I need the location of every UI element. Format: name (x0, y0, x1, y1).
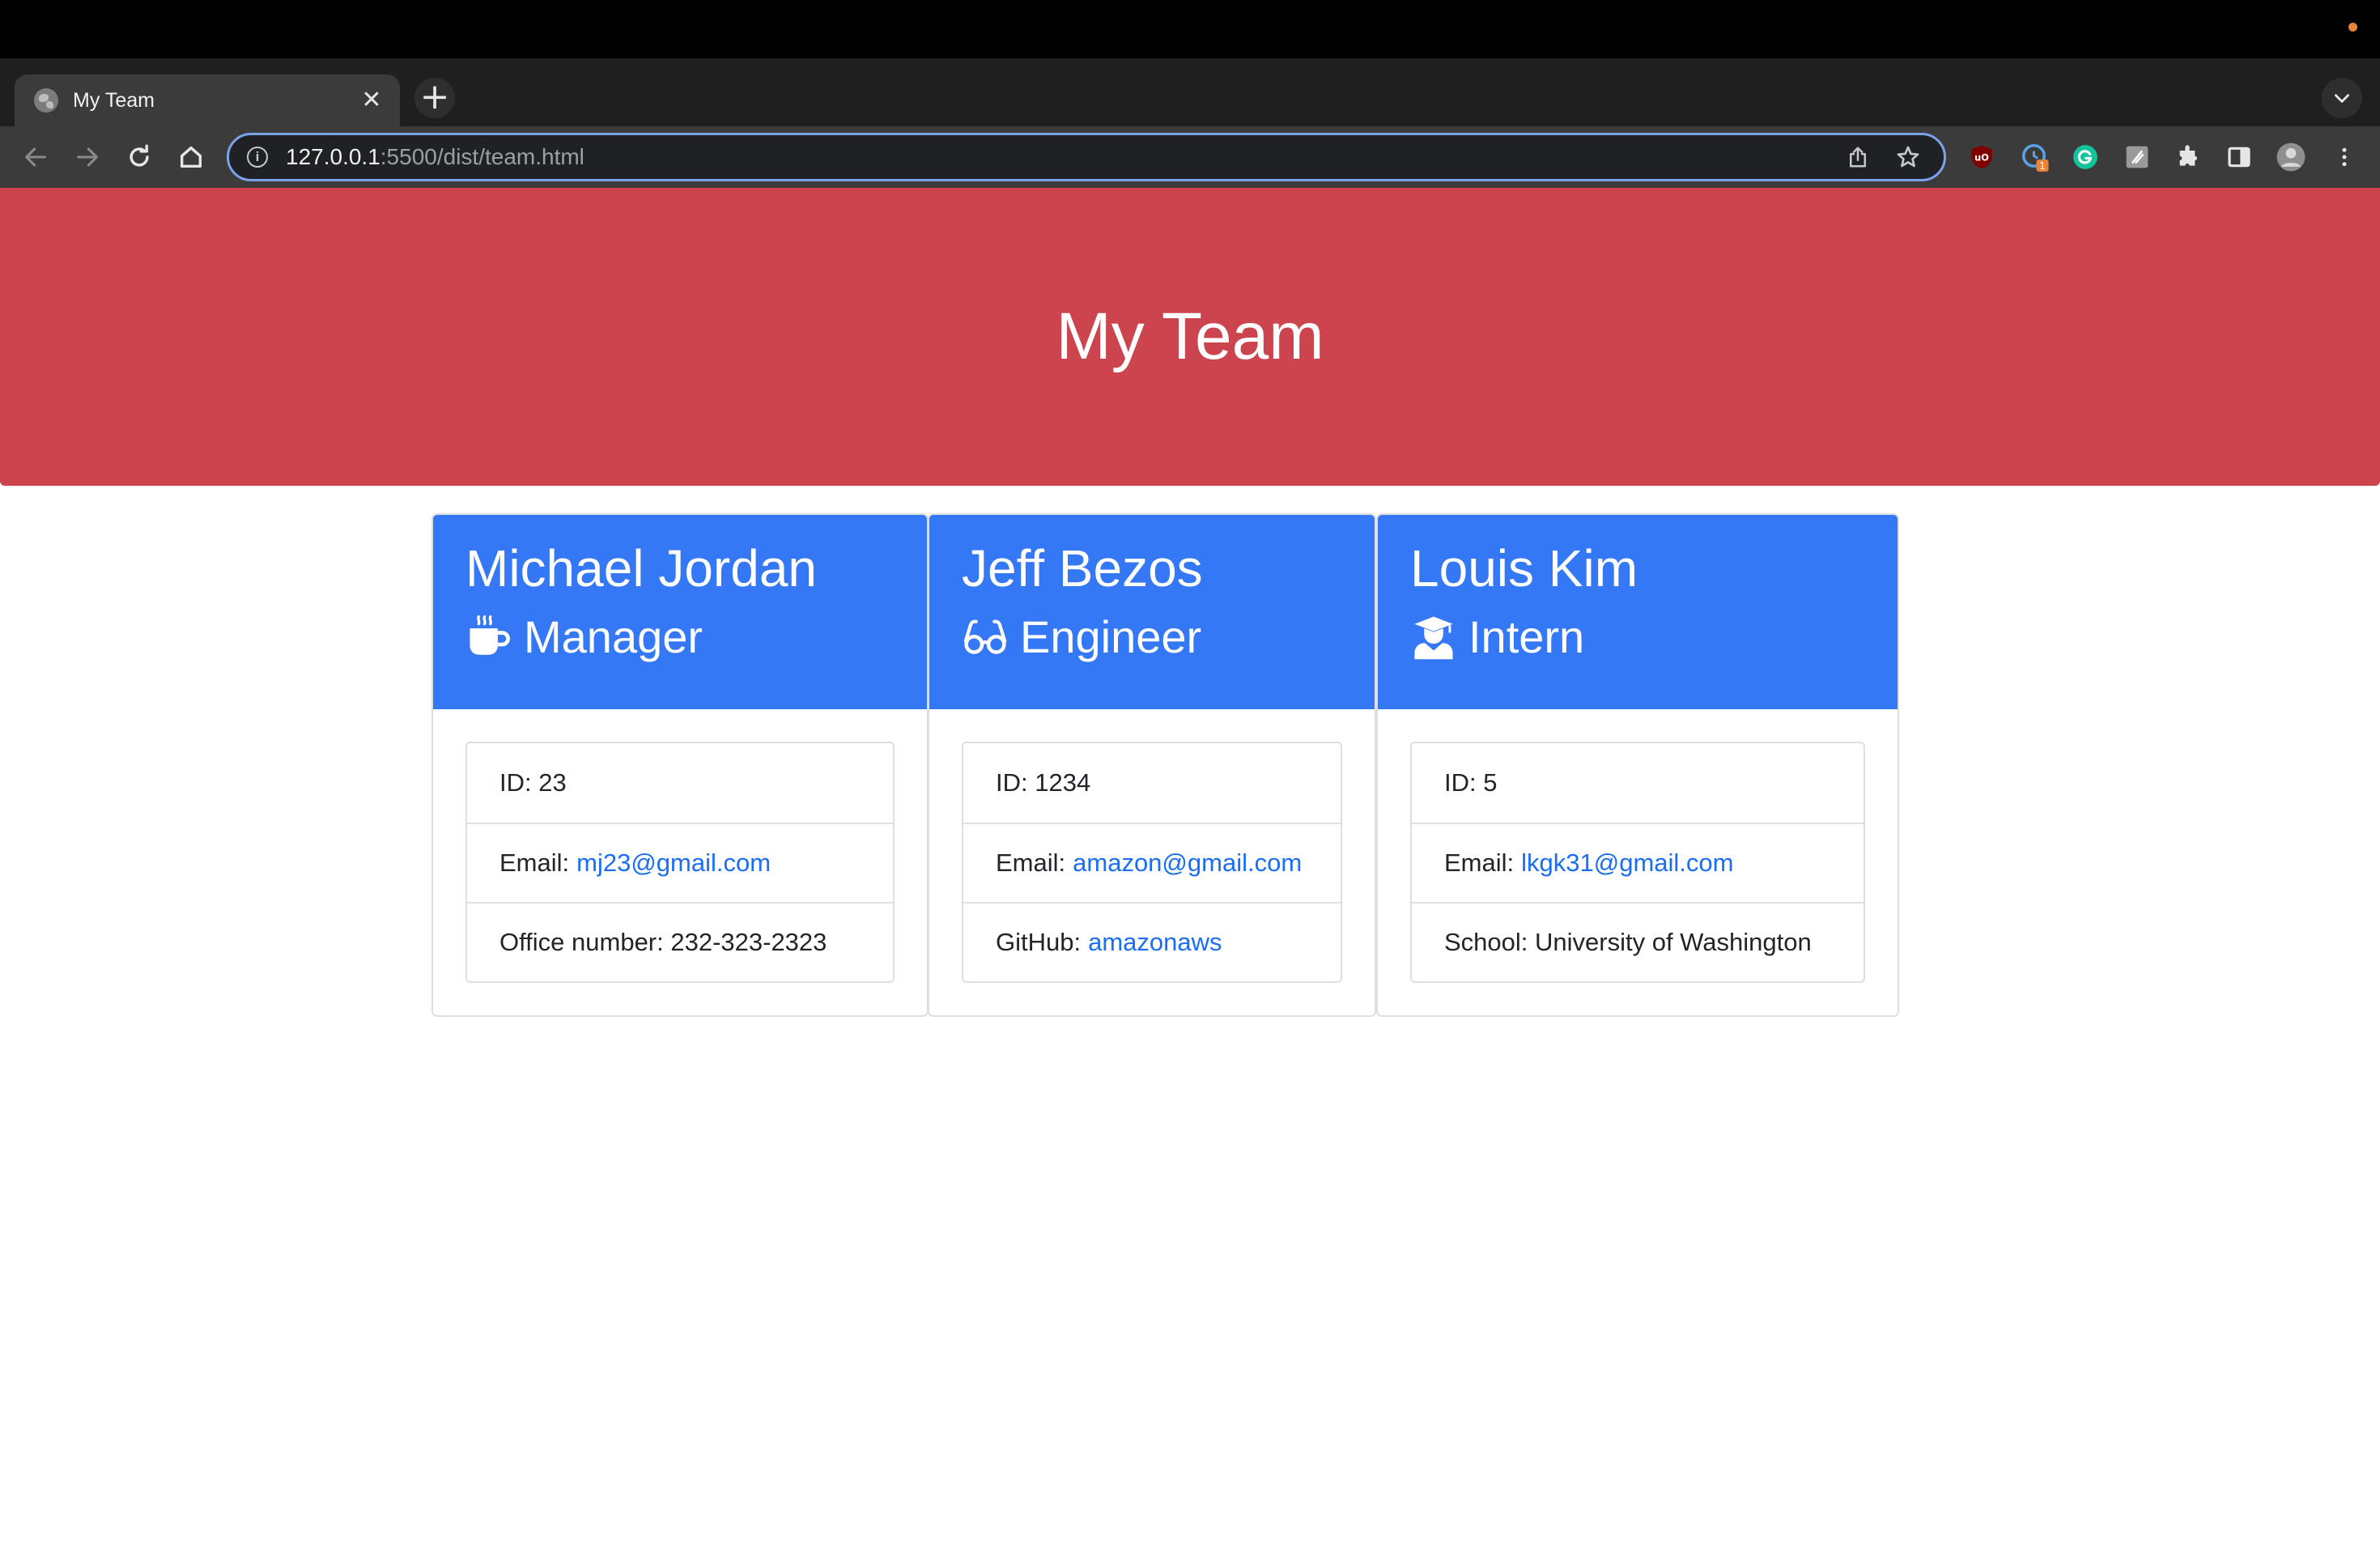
employee-details-list: ID: 5 Email: lkgk31@gmail.com School: Un… (1410, 742, 1865, 983)
puzzle-icon (2179, 145, 2197, 166)
employee-name: Michael Jordan (465, 539, 817, 598)
employee-details-list: ID: 1234 Email: amazon@gmail.com GitHub:… (962, 742, 1342, 983)
side-panel-button[interactable] (2221, 139, 2257, 175)
slash-box-icon (2126, 146, 2148, 168)
home-icon (180, 146, 202, 168)
card-header: Louis Kim Intern (1378, 515, 1898, 709)
url-path: :5500/dist/team.html (380, 144, 584, 169)
side-panel-icon (2228, 147, 2250, 168)
new-tab-button[interactable]: + (414, 78, 455, 118)
extension-badge: 1 (2039, 160, 2046, 172)
role-label: Intern (1468, 611, 1585, 662)
home-button[interactable] (172, 138, 210, 176)
profile-button[interactable] (2273, 139, 2309, 175)
employee-card-engineer: Jeff Bezos Engineer ID: 1234 Email: amaz… (928, 513, 1376, 1017)
globe-icon (34, 88, 58, 113)
forward-button[interactable] (68, 138, 107, 176)
employee-details-list: ID: 23 Email: mj23@gmail.com Office numb… (465, 742, 895, 983)
browser-menu-button[interactable] (2327, 139, 2362, 175)
employee-card-manager: Michael Jordan Manager ID: 23 Email: mj2… (431, 513, 929, 1017)
employee-id: ID: 23 (499, 768, 567, 797)
card-body: ID: 5 Email: lkgk31@gmail.com School: Un… (1378, 709, 1898, 1015)
employee-id: ID: 1234 (996, 768, 1091, 797)
employee-role: Engineer (962, 610, 1342, 664)
email-label: Email: (499, 848, 570, 877)
grammarly-icon (2073, 145, 2097, 169)
mug-hot-icon (465, 614, 512, 661)
star-icon (1897, 146, 1919, 168)
card-body: ID: 23 Email: mj23@gmail.com Office numb… (433, 709, 927, 1015)
arrow-left-icon (25, 147, 46, 167)
role-label: Manager (524, 611, 703, 662)
extension-with-badge[interactable]: 1 (2017, 139, 2053, 175)
card-header: Jeff Bezos Engineer (929, 515, 1375, 709)
employee-role: Manager (465, 610, 895, 664)
back-button[interactable] (16, 138, 55, 176)
reload-icon (130, 144, 149, 167)
employee-name: Louis Kim (1410, 539, 1638, 598)
arrow-right-icon (77, 147, 98, 167)
share-button[interactable] (1840, 139, 1876, 175)
email-link[interactable]: mj23@gmail.com (576, 848, 771, 878)
tab-my-team[interactable]: My Team ✕ (15, 74, 400, 126)
email-label: Email: (996, 848, 1066, 877)
ublock-shield-icon: uO (1971, 145, 1992, 169)
page-title: My Team (1056, 300, 1324, 373)
close-tab-icon[interactable]: ✕ (359, 88, 384, 113)
tab-title: My Team (73, 88, 155, 112)
github-link[interactable]: amazonaws (1088, 928, 1222, 957)
employee-id: ID: 5 (1444, 768, 1498, 797)
address-bar[interactable]: i 127.0.0.1:5500/dist/team.html (227, 133, 1946, 181)
notes-extension[interactable] (2119, 139, 2155, 175)
extensions-menu-button[interactable] (2170, 139, 2205, 175)
email-link[interactable]: amazon@gmail.com (1073, 848, 1302, 878)
extension-globe-icon: 1 (2021, 143, 2049, 172)
email-label: Email: (1444, 848, 1515, 877)
glasses-icon (962, 614, 1009, 661)
employee-email-row: Email: lkgk31@gmail.com (1412, 823, 1864, 902)
url-text[interactable]: 127.0.0.1:5500/dist/team.html (286, 144, 1825, 170)
user-graduate-icon (1410, 614, 1457, 661)
ublock-extension[interactable]: uO (1964, 139, 2000, 175)
employee-role: Intern (1410, 610, 1865, 664)
avatar (2276, 142, 2306, 172)
bookmark-button[interactable] (1890, 139, 1926, 175)
page-content: My Team Michael Jordan Manager ID: 23 Em… (0, 188, 2380, 1548)
card-body: ID: 1234 Email: amazon@gmail.com GitHub:… (929, 709, 1375, 1015)
kebab-menu-icon (2342, 147, 2347, 167)
github-label: GitHub: (996, 928, 1082, 956)
github-row: GitHub: amazonaws (963, 902, 1341, 981)
office-number: Office number: 232-323-2323 (467, 902, 893, 981)
school: School: University of Washington (1412, 902, 1864, 981)
browser-toolbar: i 127.0.0.1:5500/dist/team.html uO 1 (0, 126, 2380, 188)
url-host: 127.0.0.1 (286, 144, 380, 169)
tab-search-button[interactable] (2322, 78, 2362, 118)
email-link[interactable]: lkgk31@gmail.com (1521, 848, 1733, 878)
employee-email-row: Email: mj23@gmail.com (467, 823, 893, 902)
employee-card-intern: Louis Kim Intern ID: 5 Email: lkgk31@gma… (1376, 513, 1899, 1017)
reload-button[interactable] (120, 138, 159, 176)
employee-name: Jeff Bezos (962, 539, 1203, 598)
role-label: Engineer (1020, 611, 1202, 662)
team-header: My Team (0, 188, 2380, 486)
os-top-bar (0, 0, 2380, 58)
card-header: Michael Jordan Manager (433, 515, 927, 709)
employee-email-row: Email: amazon@gmail.com (963, 823, 1341, 902)
share-icon (1850, 147, 1866, 168)
chevron-down-icon (2335, 94, 2349, 103)
tab-strip: My Team ✕ + (0, 58, 2380, 126)
recording-indicator-icon (2348, 23, 2357, 32)
grammarly-extension[interactable] (2068, 139, 2103, 175)
svg-text:uO: uO (1974, 151, 1989, 163)
site-info-icon[interactable]: i (247, 147, 268, 168)
